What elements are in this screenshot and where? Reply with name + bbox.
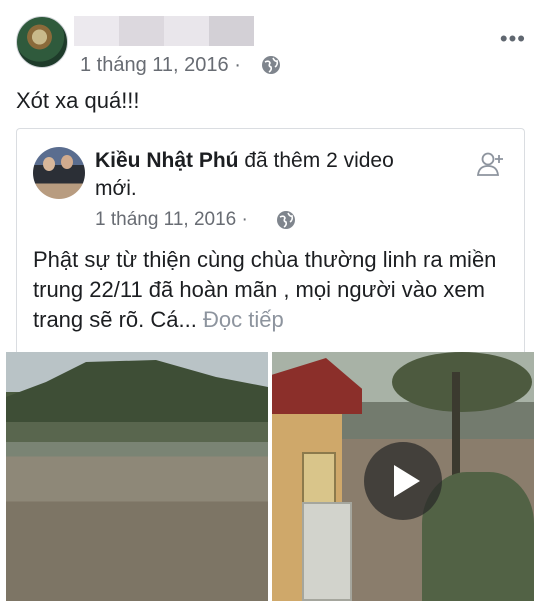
date-separator: · — [234, 54, 241, 76]
add-friend-icon[interactable] — [476, 149, 506, 179]
shared-author-avatar[interactable] — [33, 147, 85, 199]
author-name-redacted[interactable] — [74, 16, 254, 46]
avatar[interactable] — [16, 16, 68, 68]
read-more-link[interactable]: Đọc tiếp — [197, 307, 284, 332]
video-thumbnail-2[interactable] — [272, 352, 534, 601]
globe-icon[interactable] — [275, 209, 297, 231]
temple-roof — [272, 358, 362, 414]
play-icon[interactable] — [364, 442, 442, 520]
post-date[interactable]: 1 tháng 11, 2016 · — [80, 54, 241, 77]
shared-title: Kiều Nhật Phú đã thêm 2 video mới. — [95, 147, 435, 203]
shared-author-name[interactable]: Kiều Nhật Phú — [95, 149, 239, 172]
globe-icon[interactable] — [260, 54, 282, 76]
more-options-icon[interactable]: ••• — [500, 26, 526, 52]
railing — [302, 502, 352, 601]
post-text: Xót xa quá!!! — [16, 88, 140, 113]
shared-date-text[interactable]: 1 tháng 11, 2016 — [95, 209, 236, 230]
post-header: 1 tháng 11, 2016 · ••• — [16, 16, 526, 76]
shared-post-card[interactable]: Kiều Nhật Phú đã thêm 2 video mới. 1 thá… — [16, 128, 525, 354]
shared-date[interactable]: 1 tháng 11, 2016 · — [95, 209, 248, 231]
video-thumbnail-1[interactable] — [6, 352, 268, 601]
date-separator: · — [241, 209, 248, 230]
tree-top — [392, 352, 532, 412]
post-date-text[interactable]: 1 tháng 11, 2016 — [80, 54, 229, 76]
shared-body-text: Phật sự từ thiện cùng chùa thường linh r… — [33, 245, 513, 335]
flood-landscape-image — [6, 360, 268, 442]
